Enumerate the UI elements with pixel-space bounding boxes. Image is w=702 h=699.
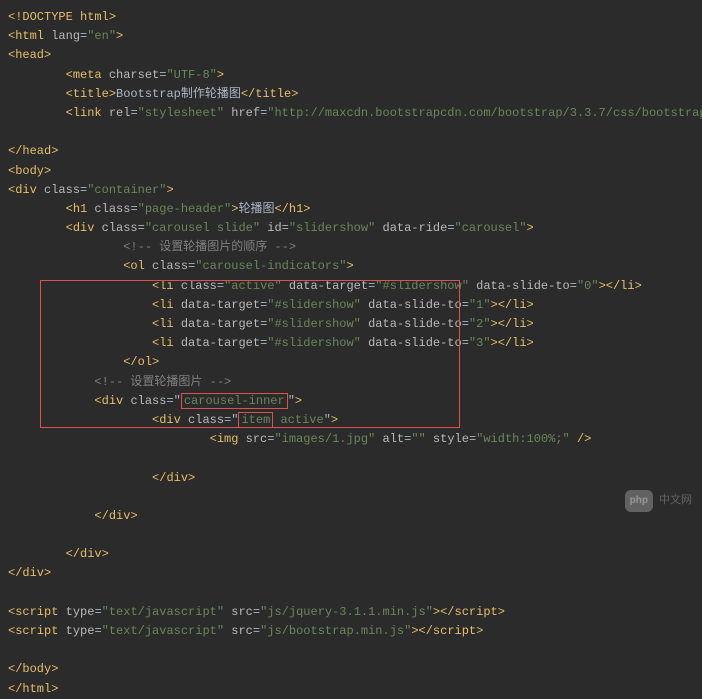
code-line: <link rel="stylesheet" href="http://maxc… xyxy=(8,104,694,123)
code-line: <li data-target="#slidershow" data-slide… xyxy=(8,296,694,315)
code-line: <img src="images/1.jpg" alt="" style="wi… xyxy=(8,430,694,449)
code-line: <head> xyxy=(8,46,694,65)
watermark-text: 中文网 xyxy=(659,492,692,510)
code-line xyxy=(8,526,694,545)
code-line: <div class="item active"> xyxy=(8,411,694,430)
code-line: </html> xyxy=(8,680,694,699)
code-line: <div class="carousel slide" id="slidersh… xyxy=(8,219,694,238)
code-line: <!-- 设置轮播图片 --> xyxy=(8,373,694,392)
code-line: </div> xyxy=(8,507,694,526)
code-line: <li class="active" data-target="#sliders… xyxy=(8,277,694,296)
code-line: <script type="text/javascript" src="js/b… xyxy=(8,622,694,641)
code-line: <li data-target="#slidershow" data-slide… xyxy=(8,334,694,353)
watermark: php 中文网 xyxy=(625,490,692,512)
watermark-logo: php xyxy=(625,490,653,512)
code-line xyxy=(8,488,694,507)
code-line: <div class="container"> xyxy=(8,181,694,200)
code-line: <html lang="en"> xyxy=(8,27,694,46)
code-line: <!DOCTYPE html> xyxy=(8,8,694,27)
code-line xyxy=(8,584,694,603)
code-line: <h1 class="page-header">轮播图</h1> xyxy=(8,200,694,219)
code-line: </div> xyxy=(8,564,694,583)
code-line: <meta charset="UTF-8"> xyxy=(8,66,694,85)
code-editor: <!DOCTYPE html><html lang="en"><head> <m… xyxy=(8,8,694,699)
code-line: <div class="carousel-inner"> xyxy=(8,392,694,411)
code-line xyxy=(8,641,694,660)
code-line: </div> xyxy=(8,469,694,488)
code-line: </ol> xyxy=(8,353,694,372)
code-line: <!-- 设置轮播图片的顺序 --> xyxy=(8,238,694,257)
code-line: <script type="text/javascript" src="js/j… xyxy=(8,603,694,622)
code-line: <body> xyxy=(8,162,694,181)
code-line xyxy=(8,123,694,142)
code-line: <ol class="carousel-indicators"> xyxy=(8,257,694,276)
code-line: <li data-target="#slidershow" data-slide… xyxy=(8,315,694,334)
code-line xyxy=(8,449,694,468)
code-line: </div> xyxy=(8,545,694,564)
code-line: </body> xyxy=(8,660,694,679)
code-line: </head> xyxy=(8,142,694,161)
code-line: <title>Bootstrap制作轮播图</title> xyxy=(8,85,694,104)
